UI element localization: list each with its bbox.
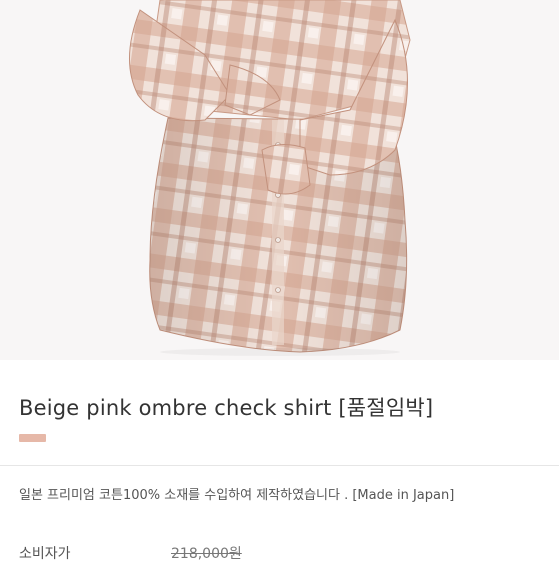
plaid-shirt-illustration	[129, 0, 411, 356]
consumer-price-value: 218,000원	[171, 546, 242, 562]
color-swatch	[19, 434, 46, 442]
price-row: 소비자가 218,000원	[19, 543, 539, 563]
consumer-price-label: 소비자가	[19, 546, 71, 562]
product-title: Beige pink ombre check shirt [품절임박]	[19, 396, 434, 420]
divider	[0, 465, 559, 466]
product-image	[0, 0, 559, 360]
product-description: 일본 프리미엄 코튼100% 소재를 수입하여 제작하였습니다 . [Made …	[19, 488, 455, 503]
